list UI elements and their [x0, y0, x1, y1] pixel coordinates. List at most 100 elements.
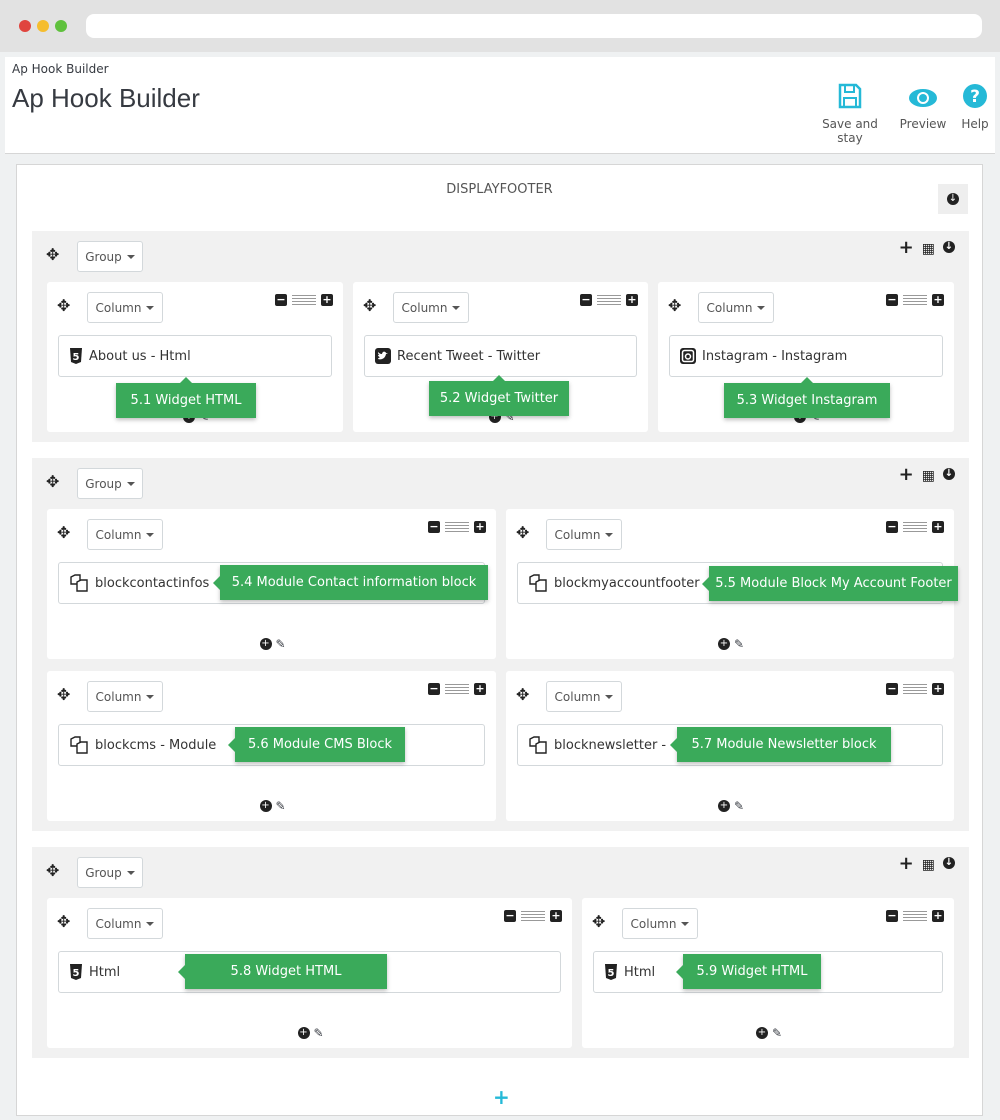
column-dropdown[interactable]: Column — [393, 292, 469, 323]
grid-icon[interactable]: ▦ — [922, 468, 935, 484]
svg-text:5: 5 — [73, 968, 80, 979]
minus-square-icon[interactable]: − — [886, 294, 898, 306]
minus-square-icon[interactable]: − — [428, 521, 440, 533]
minimize-dot[interactable] — [37, 20, 49, 32]
group-dropdown[interactable]: Group — [77, 857, 143, 888]
add-widget-icon[interactable]: + — [297, 1027, 310, 1039]
plus-square-icon[interactable]: + — [932, 521, 944, 533]
arrow-down-circle-icon[interactable]: ↓ — [943, 468, 955, 480]
plus-square-icon[interactable]: + — [474, 521, 486, 533]
grid-icon[interactable]: ▦ — [922, 241, 935, 257]
address-bar[interactable] — [86, 14, 982, 38]
plus-square-icon[interactable]: + — [932, 294, 944, 306]
move-column-icon[interactable]: ✥ — [57, 914, 70, 930]
caret-down-icon — [605, 532, 614, 537]
minus-square-icon[interactable]: − — [504, 910, 516, 922]
eye-icon — [898, 79, 948, 109]
add-widget-icon[interactable]: + — [259, 638, 272, 650]
minus-square-icon[interactable]: − — [886, 521, 898, 533]
page-title: Ap Hook Builder — [12, 83, 200, 113]
add-column-icon[interactable]: + — [899, 239, 914, 257]
column-width-controls: − + — [886, 294, 944, 306]
pencil-icon[interactable]: ✎ — [314, 1026, 324, 1040]
minus-square-icon[interactable]: − — [886, 910, 898, 922]
group-dropdown[interactable]: Group — [77, 468, 143, 499]
add-widget-icon[interactable]: + — [756, 1027, 768, 1039]
widget-label: About us - Html — [89, 348, 191, 364]
pencil-icon[interactable]: ✎ — [772, 1026, 782, 1040]
pencil-icon[interactable]: ✎ — [276, 799, 286, 813]
column-width-controls: − + — [886, 683, 944, 695]
column-dropdown[interactable]: Column — [87, 292, 163, 323]
column-dropdown-label: Column — [706, 300, 753, 315]
module-icon — [69, 736, 89, 754]
column-dropdown[interactable]: Column — [87, 519, 163, 550]
column-dropdown[interactable]: Column — [87, 681, 163, 712]
widget-label: blockmyaccountfooter — [554, 575, 700, 591]
move-column-icon[interactable]: ✥ — [516, 525, 529, 541]
column-width-controls: − + — [886, 521, 944, 533]
hook-collapse-button[interactable]: ↓ — [938, 184, 968, 214]
preview-button[interactable]: Preview — [898, 79, 948, 131]
save-and-stay-button[interactable]: Save and stay — [809, 79, 891, 145]
column-dropdown[interactable]: Column — [698, 292, 774, 323]
plus-square-icon[interactable]: + — [321, 294, 333, 306]
plus-square-icon[interactable]: + — [626, 294, 638, 306]
minus-square-icon[interactable]: − — [580, 294, 592, 306]
group-actions: + ▦ ↓ — [899, 855, 955, 873]
widget-item[interactable]: Recent Tweet - Twitter — [364, 335, 637, 377]
width-bars-icon — [445, 522, 469, 532]
move-column-icon[interactable]: ✥ — [516, 687, 529, 703]
add-group-button[interactable]: + — [493, 1085, 510, 1109]
arrow-down-circle-icon[interactable]: ↓ — [943, 857, 955, 869]
group-dropdown[interactable]: Group — [77, 241, 143, 272]
column-bottom-actions: +✎ — [259, 799, 286, 813]
maximize-dot[interactable] — [55, 20, 67, 32]
add-widget-icon[interactable]: + — [718, 638, 730, 650]
caret-down-icon — [146, 532, 155, 537]
column-dropdown[interactable]: Column — [622, 908, 698, 939]
move-column-icon[interactable]: ✥ — [57, 298, 70, 314]
add-column-icon[interactable]: + — [899, 855, 914, 873]
move-column-icon[interactable]: ✥ — [592, 914, 605, 930]
column-dropdown[interactable]: Column — [87, 908, 163, 939]
plus-square-icon[interactable]: + — [550, 910, 562, 922]
caret-down-icon — [681, 921, 690, 926]
add-widget-icon[interactable]: + — [259, 800, 272, 812]
minus-square-icon[interactable]: − — [275, 294, 287, 306]
close-dot[interactable] — [19, 20, 31, 32]
column-dropdown[interactable]: Column — [546, 681, 622, 712]
grid-icon[interactable]: ▦ — [922, 857, 935, 873]
widget-label: Recent Tweet - Twitter — [397, 348, 541, 364]
move-column-icon[interactable]: ✥ — [57, 525, 70, 541]
widget-item[interactable]: 5 About us - Html — [58, 335, 332, 377]
help-button[interactable]: ? Help — [957, 79, 993, 131]
move-column-icon[interactable]: ✥ — [363, 298, 376, 314]
caret-down-icon — [126, 870, 135, 875]
group-dropdown-label: Group — [85, 865, 122, 880]
pencil-icon[interactable]: ✎ — [734, 799, 744, 813]
move-group-icon[interactable]: ✥ — [46, 863, 59, 879]
caret-down-icon — [452, 305, 461, 310]
minus-square-icon[interactable]: − — [428, 683, 440, 695]
plus-square-icon[interactable]: + — [932, 683, 944, 695]
arrow-down-circle-icon[interactable]: ↓ — [943, 241, 955, 253]
breadcrumb[interactable]: Ap Hook Builder — [12, 62, 109, 76]
move-column-icon[interactable]: ✥ — [668, 298, 681, 314]
move-group-icon[interactable]: ✥ — [46, 474, 59, 490]
move-group-icon[interactable]: ✥ — [46, 247, 59, 263]
move-column-icon[interactable]: ✥ — [57, 687, 70, 703]
minus-square-icon[interactable]: − — [886, 683, 898, 695]
module-icon — [528, 736, 548, 754]
add-column-icon[interactable]: + — [899, 466, 914, 484]
plus-square-icon[interactable]: + — [932, 910, 944, 922]
column-dropdown-label: Column — [554, 527, 601, 542]
column-dropdown-label: Column — [554, 689, 601, 704]
plus-square-icon[interactable]: + — [474, 683, 486, 695]
pencil-icon[interactable]: ✎ — [276, 637, 286, 651]
instagram-icon — [680, 348, 696, 364]
widget-item[interactable]: Instagram - Instagram — [669, 335, 943, 377]
add-widget-icon[interactable]: + — [718, 800, 730, 812]
pencil-icon[interactable]: ✎ — [734, 637, 744, 651]
column-dropdown[interactable]: Column — [546, 519, 622, 550]
